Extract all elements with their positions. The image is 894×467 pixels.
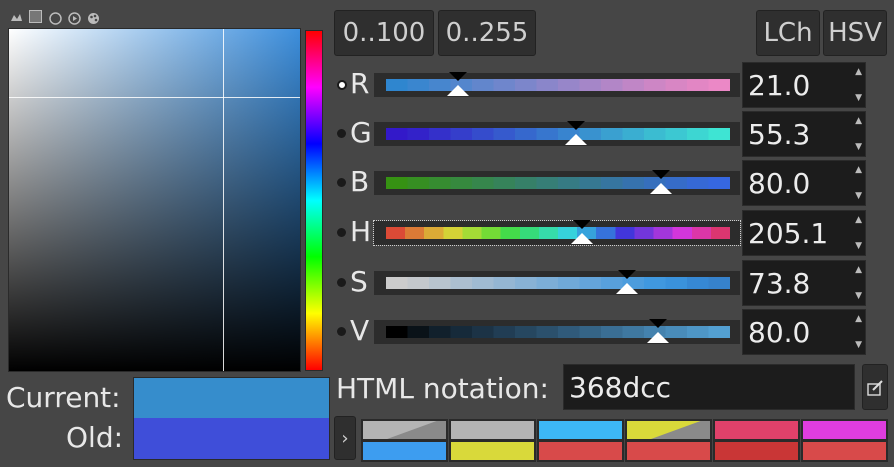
channel-spinbox-r[interactable]: 21.0 ▲ ▼ (742, 62, 866, 108)
html-notation-value: 368dcc (569, 371, 672, 404)
slider-marker-bottom[interactable] (571, 233, 594, 244)
channel-value: 21.0 (748, 69, 811, 102)
slider-marker-top (567, 121, 586, 130)
wheel-icon[interactable] (68, 10, 81, 25)
palette-icon[interactable] (87, 10, 100, 24)
spin-down-icon[interactable]: ▼ (855, 142, 862, 152)
watercolor-icon[interactable] (49, 10, 62, 25)
old-label: Old: (66, 421, 124, 454)
slider-marker-top (449, 72, 468, 81)
history-swatch[interactable] (625, 419, 712, 441)
html-notation-label: HTML notation: (336, 372, 549, 405)
channel-label-b: B (350, 165, 370, 198)
spin-up-icon[interactable]: ▲ (855, 165, 862, 175)
channel-label-v: V (350, 314, 370, 347)
history-swatch[interactable] (801, 419, 888, 441)
color-picker-button[interactable] (862, 364, 888, 410)
channel-spinbox-s[interactable]: 73.8 ▲ ▼ (742, 260, 866, 306)
history-toggle-button[interactable]: › (334, 416, 356, 460)
channel-label-s: S (350, 265, 368, 298)
crosshair-horizontal (9, 97, 300, 98)
spin-down-icon[interactable]: ▼ (855, 241, 862, 251)
channel-value: 73.8 (748, 267, 811, 300)
channel-label-r: R (350, 67, 370, 100)
channel-spinbox-g[interactable]: 55.3 ▲ ▼ (742, 111, 866, 157)
slider-marker-bottom[interactable] (615, 283, 638, 294)
slider-track (386, 277, 730, 289)
channel-value: 205.1 (748, 217, 829, 250)
channel-spinbox-h[interactable]: 205.1 ▲ ▼ (742, 210, 866, 256)
slider-marker-top (573, 220, 592, 229)
channel-radio-s[interactable] (337, 278, 346, 287)
history-swatch[interactable] (537, 440, 624, 462)
slider-track (386, 79, 730, 91)
old-color-swatch[interactable] (133, 418, 330, 460)
gimp-icon[interactable] (10, 10, 23, 23)
history-swatch[interactable] (449, 419, 536, 441)
channel-radio-h[interactable] (337, 228, 346, 237)
history-swatch[interactable] (361, 440, 448, 462)
history-swatch[interactable] (625, 440, 712, 462)
spin-up-icon[interactable]: ▲ (855, 265, 862, 275)
spin-down-icon[interactable]: ▼ (855, 340, 862, 350)
slider-track (386, 326, 730, 338)
channel-radio-r[interactable] (337, 80, 347, 90)
channel-radio-b[interactable] (337, 178, 346, 187)
channel-spinbox-b[interactable]: 80.0 ▲ ▼ (742, 160, 866, 206)
range-0-255-button[interactable]: 0..255 (438, 10, 536, 56)
channel-slider-s[interactable] (374, 270, 740, 295)
channel-label-h: H (350, 215, 372, 248)
history-swatch[interactable] (449, 440, 536, 462)
cmyk-icon[interactable] (29, 10, 42, 23)
channel-slider-b[interactable] (374, 170, 740, 195)
html-notation-input[interactable]: 368dcc (563, 364, 855, 410)
current-label: Current: (6, 381, 121, 414)
spin-up-icon[interactable]: ▲ (855, 215, 862, 225)
hsv-button[interactable]: HSV (823, 10, 887, 56)
slider-marker-top (617, 270, 636, 279)
channel-slider-v[interactable] (374, 319, 740, 344)
slider-marker-bottom[interactable] (650, 183, 673, 194)
slider-marker-top (652, 170, 671, 179)
lch-button[interactable]: LCh (756, 10, 820, 56)
channel-spinbox-v[interactable]: 80.0 ▲ ▼ (742, 309, 866, 355)
slider-track (386, 227, 730, 239)
channel-radio-v[interactable] (337, 327, 346, 336)
history-swatch[interactable] (361, 419, 448, 441)
eyedropper-icon (867, 380, 883, 396)
channel-value: 80.0 (748, 316, 811, 349)
spin-down-icon[interactable]: ▼ (855, 291, 862, 301)
range-0-100-button[interactable]: 0..100 (334, 10, 434, 56)
spin-up-icon[interactable]: ▲ (855, 314, 862, 324)
channel-radio-g[interactable] (337, 129, 346, 138)
current-color-swatch (133, 377, 330, 419)
history-swatch[interactable] (537, 419, 624, 441)
slider-track (386, 177, 730, 189)
history-swatch[interactable] (713, 419, 800, 441)
slider-marker-bottom[interactable] (447, 85, 470, 96)
slider-marker-bottom[interactable] (565, 134, 588, 145)
history-swatch[interactable] (713, 440, 800, 462)
crosshair-vertical (223, 29, 224, 371)
channel-slider-g[interactable] (374, 121, 740, 146)
channel-slider-r[interactable] (374, 72, 740, 97)
history-swatch[interactable] (801, 440, 888, 462)
spin-up-icon[interactable]: ▲ (855, 116, 862, 126)
slider-marker-bottom[interactable] (646, 332, 669, 343)
hue-strip[interactable] (305, 30, 323, 371)
channel-value: 80.0 (748, 167, 811, 200)
color-square-picker[interactable] (8, 28, 301, 372)
channel-slider-h[interactable] (373, 220, 741, 246)
channel-label-g: G (350, 116, 372, 149)
channel-value: 55.3 (748, 118, 811, 151)
spin-up-icon[interactable]: ▲ (855, 67, 862, 77)
spin-down-icon[interactable]: ▼ (855, 93, 862, 103)
slider-track (386, 128, 730, 140)
slider-marker-top (648, 319, 667, 328)
spin-down-icon[interactable]: ▼ (855, 191, 862, 201)
